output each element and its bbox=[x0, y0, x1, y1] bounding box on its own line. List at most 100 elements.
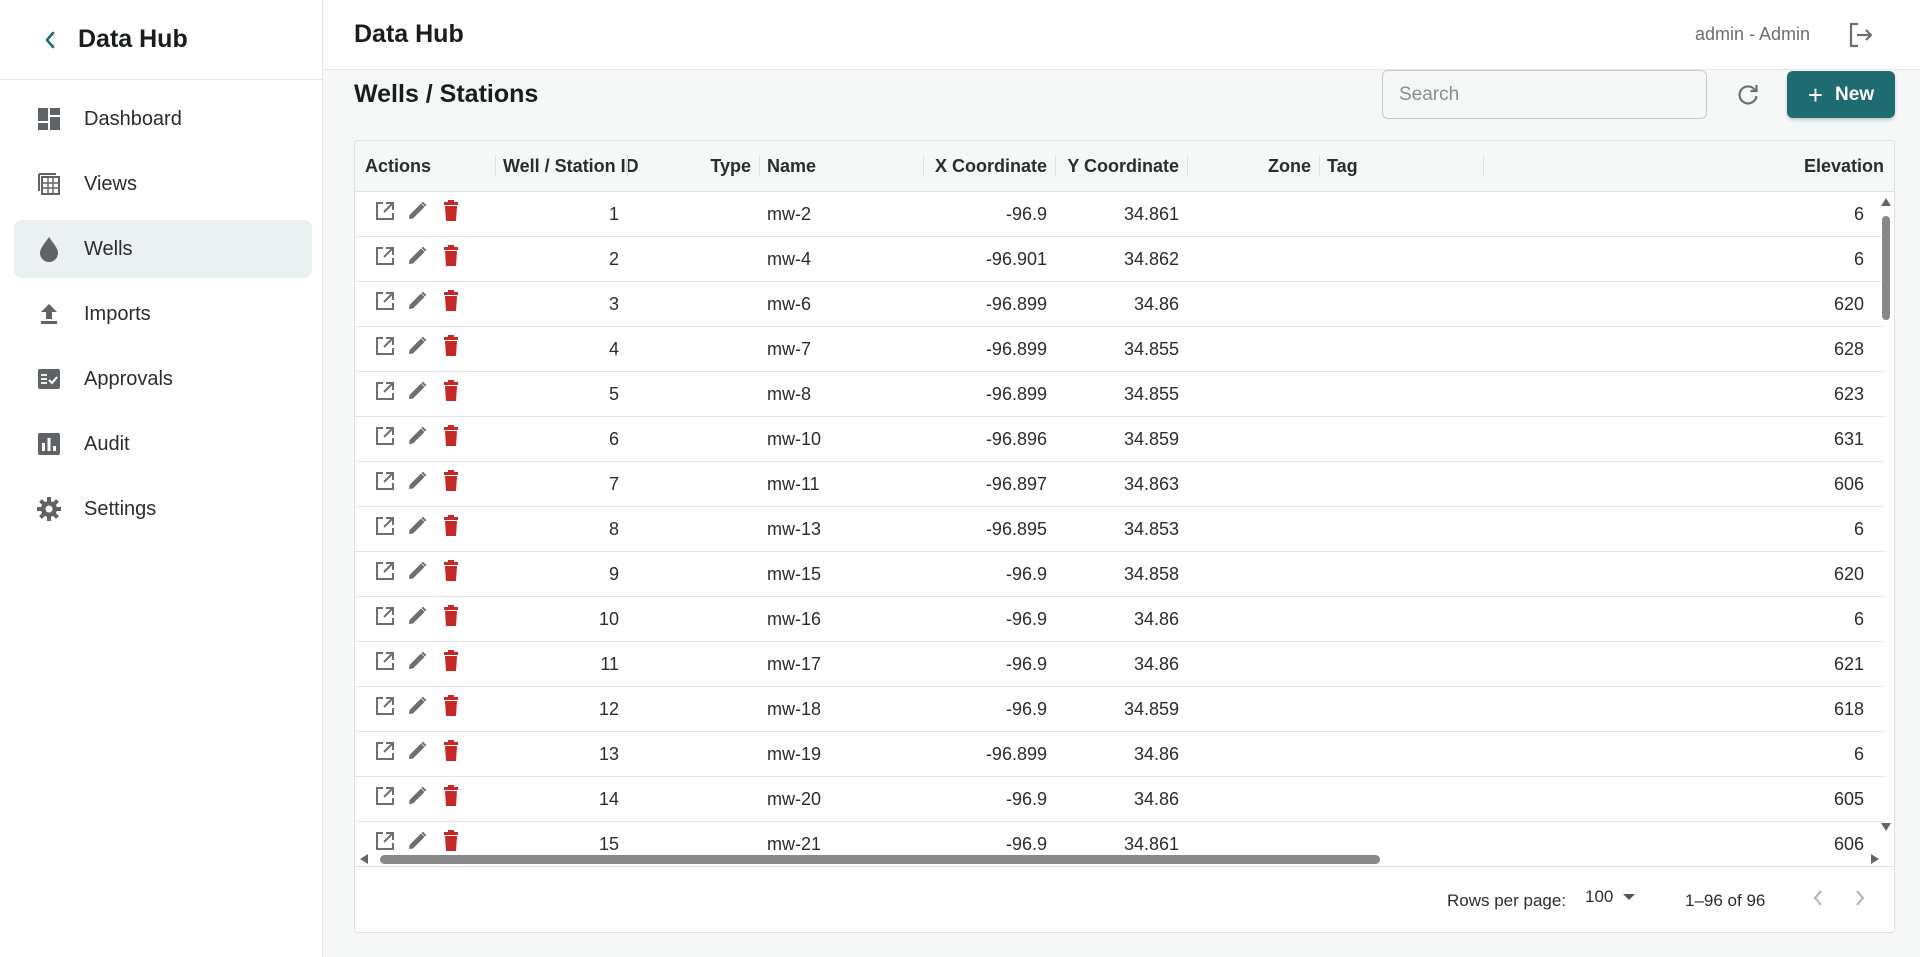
delete-trash-icon[interactable] bbox=[439, 604, 463, 628]
logout-icon[interactable] bbox=[1846, 20, 1876, 50]
previous-page-button[interactable] bbox=[1803, 883, 1833, 913]
open-external-icon[interactable] bbox=[373, 784, 397, 808]
edit-pencil-icon[interactable] bbox=[405, 784, 429, 808]
sidebar-item-audit[interactable]: Audit bbox=[14, 415, 312, 473]
vertical-scroll-thumb[interactable] bbox=[1882, 216, 1890, 320]
edit-pencil-icon[interactable] bbox=[405, 514, 429, 538]
horizontal-scroll-thumb[interactable] bbox=[380, 855, 1380, 864]
open-external-icon[interactable] bbox=[373, 379, 397, 403]
edit-pencil-icon[interactable] bbox=[405, 424, 429, 448]
open-external-icon[interactable] bbox=[373, 829, 397, 852]
new-button[interactable]: + New bbox=[1787, 71, 1895, 118]
edit-pencil-icon[interactable] bbox=[405, 289, 429, 313]
sidebar-item-dashboard[interactable]: Dashboard bbox=[14, 90, 312, 148]
delete-trash-icon[interactable] bbox=[439, 469, 463, 493]
table-row[interactable]: 15 mw-21 -96.9 34.861 606 bbox=[355, 822, 1885, 852]
delete-trash-icon[interactable] bbox=[439, 334, 463, 358]
open-external-icon[interactable] bbox=[373, 604, 397, 628]
table-row[interactable]: 6 mw-10 -96.896 34.859 631 bbox=[355, 417, 1885, 462]
edit-pencil-icon[interactable] bbox=[405, 559, 429, 583]
column-separator[interactable] bbox=[1187, 155, 1188, 177]
edit-pencil-icon[interactable] bbox=[405, 199, 429, 223]
table-row[interactable]: 4 mw-7 -96.899 34.855 628 bbox=[355, 327, 1885, 372]
sidebar-item-views[interactable]: Views bbox=[14, 155, 312, 213]
open-external-icon[interactable] bbox=[373, 514, 397, 538]
edit-pencil-icon[interactable] bbox=[405, 604, 429, 628]
open-external-icon[interactable] bbox=[373, 334, 397, 358]
column-header[interactable]: Tag bbox=[1319, 141, 1483, 191]
delete-trash-icon[interactable] bbox=[439, 424, 463, 448]
table-row[interactable]: 3 mw-6 -96.899 34.86 620 bbox=[355, 282, 1885, 327]
edit-pencil-icon[interactable] bbox=[405, 829, 429, 852]
open-external-icon[interactable] bbox=[373, 469, 397, 493]
delete-trash-icon[interactable] bbox=[439, 514, 463, 538]
open-external-icon[interactable] bbox=[373, 649, 397, 673]
column-separator[interactable] bbox=[495, 155, 496, 177]
column-separator[interactable] bbox=[1319, 155, 1320, 177]
column-separator[interactable] bbox=[1055, 155, 1056, 177]
table-row[interactable]: 14 mw-20 -96.9 34.86 605 bbox=[355, 777, 1885, 822]
delete-trash-icon[interactable] bbox=[439, 199, 463, 223]
table-row[interactable]: 11 mw-17 -96.9 34.86 621 bbox=[355, 642, 1885, 687]
delete-trash-icon[interactable] bbox=[439, 784, 463, 808]
edit-pencil-icon[interactable] bbox=[405, 649, 429, 673]
column-header[interactable]: X Coordinate bbox=[923, 141, 1055, 191]
back-chevron-icon[interactable] bbox=[38, 28, 62, 52]
next-page-button[interactable] bbox=[1845, 883, 1875, 913]
scroll-down-arrow-icon[interactable] bbox=[1881, 823, 1891, 831]
sidebar-item-imports[interactable]: Imports bbox=[14, 285, 312, 343]
sidebar-item-settings[interactable]: Settings bbox=[14, 480, 312, 538]
rows-per-page-select[interactable]: 100 bbox=[1585, 887, 1636, 907]
scroll-up-arrow-icon[interactable] bbox=[1881, 198, 1891, 206]
column-header[interactable]: Actions bbox=[355, 141, 495, 191]
table-row[interactable]: 7 mw-11 -96.897 34.863 606 bbox=[355, 462, 1885, 507]
open-external-icon[interactable] bbox=[373, 694, 397, 718]
horizontal-scrollbar[interactable] bbox=[355, 852, 1885, 866]
column-header[interactable]: Y Coordinate bbox=[1055, 141, 1187, 191]
column-header[interactable]: Name bbox=[759, 141, 923, 191]
column-separator[interactable] bbox=[759, 155, 760, 177]
edit-pencil-icon[interactable] bbox=[405, 469, 429, 493]
table-row[interactable]: 5 mw-8 -96.899 34.855 623 bbox=[355, 372, 1885, 417]
delete-trash-icon[interactable] bbox=[439, 829, 463, 852]
delete-trash-icon[interactable] bbox=[439, 649, 463, 673]
edit-pencil-icon[interactable] bbox=[405, 334, 429, 358]
table-row[interactable]: 2 mw-4 -96.901 34.862 6 bbox=[355, 237, 1885, 282]
table-row[interactable]: 8 mw-13 -96.895 34.853 6 bbox=[355, 507, 1885, 552]
column-separator[interactable] bbox=[1483, 155, 1484, 177]
open-external-icon[interactable] bbox=[373, 739, 397, 763]
sidebar-item-approvals[interactable]: Approvals bbox=[14, 350, 312, 408]
edit-pencil-icon[interactable] bbox=[405, 739, 429, 763]
refresh-icon[interactable] bbox=[1733, 80, 1763, 110]
table-row[interactable]: 10 mw-16 -96.9 34.86 6 bbox=[355, 597, 1885, 642]
delete-trash-icon[interactable] bbox=[439, 289, 463, 313]
delete-trash-icon[interactable] bbox=[439, 244, 463, 268]
column-separator[interactable] bbox=[923, 155, 924, 177]
edit-pencil-icon[interactable] bbox=[405, 244, 429, 268]
scroll-left-arrow-icon[interactable] bbox=[360, 854, 368, 864]
delete-trash-icon[interactable] bbox=[439, 379, 463, 403]
column-header[interactable]: Type bbox=[627, 141, 759, 191]
edit-pencil-icon[interactable] bbox=[405, 379, 429, 403]
table-row[interactable]: 9 mw-15 -96.9 34.858 620 bbox=[355, 552, 1885, 597]
column-header[interactable]: Zone bbox=[1187, 141, 1319, 191]
table-row[interactable]: 1 mw-2 -96.9 34.861 6 bbox=[355, 192, 1885, 237]
search-input[interactable] bbox=[1382, 70, 1707, 119]
open-external-icon[interactable] bbox=[373, 199, 397, 223]
table-row[interactable]: 12 mw-18 -96.9 34.859 618 bbox=[355, 687, 1885, 732]
delete-trash-icon[interactable] bbox=[439, 739, 463, 763]
open-external-icon[interactable] bbox=[373, 289, 397, 313]
table-row[interactable]: 13 mw-19 -96.899 34.86 6 bbox=[355, 732, 1885, 777]
column-header[interactable]: Well / Station ID bbox=[495, 141, 639, 191]
delete-trash-icon[interactable] bbox=[439, 694, 463, 718]
column-header[interactable]: Elevation bbox=[1483, 141, 1892, 191]
vertical-scrollbar[interactable] bbox=[1880, 192, 1892, 852]
delete-trash-icon[interactable] bbox=[439, 559, 463, 583]
edit-pencil-icon[interactable] bbox=[405, 694, 429, 718]
column-separator[interactable] bbox=[627, 155, 628, 177]
open-external-icon[interactable] bbox=[373, 424, 397, 448]
scroll-right-arrow-icon[interactable] bbox=[1871, 854, 1879, 864]
open-external-icon[interactable] bbox=[373, 559, 397, 583]
open-external-icon[interactable] bbox=[373, 244, 397, 268]
sidebar-item-wells[interactable]: Wells bbox=[14, 220, 312, 278]
